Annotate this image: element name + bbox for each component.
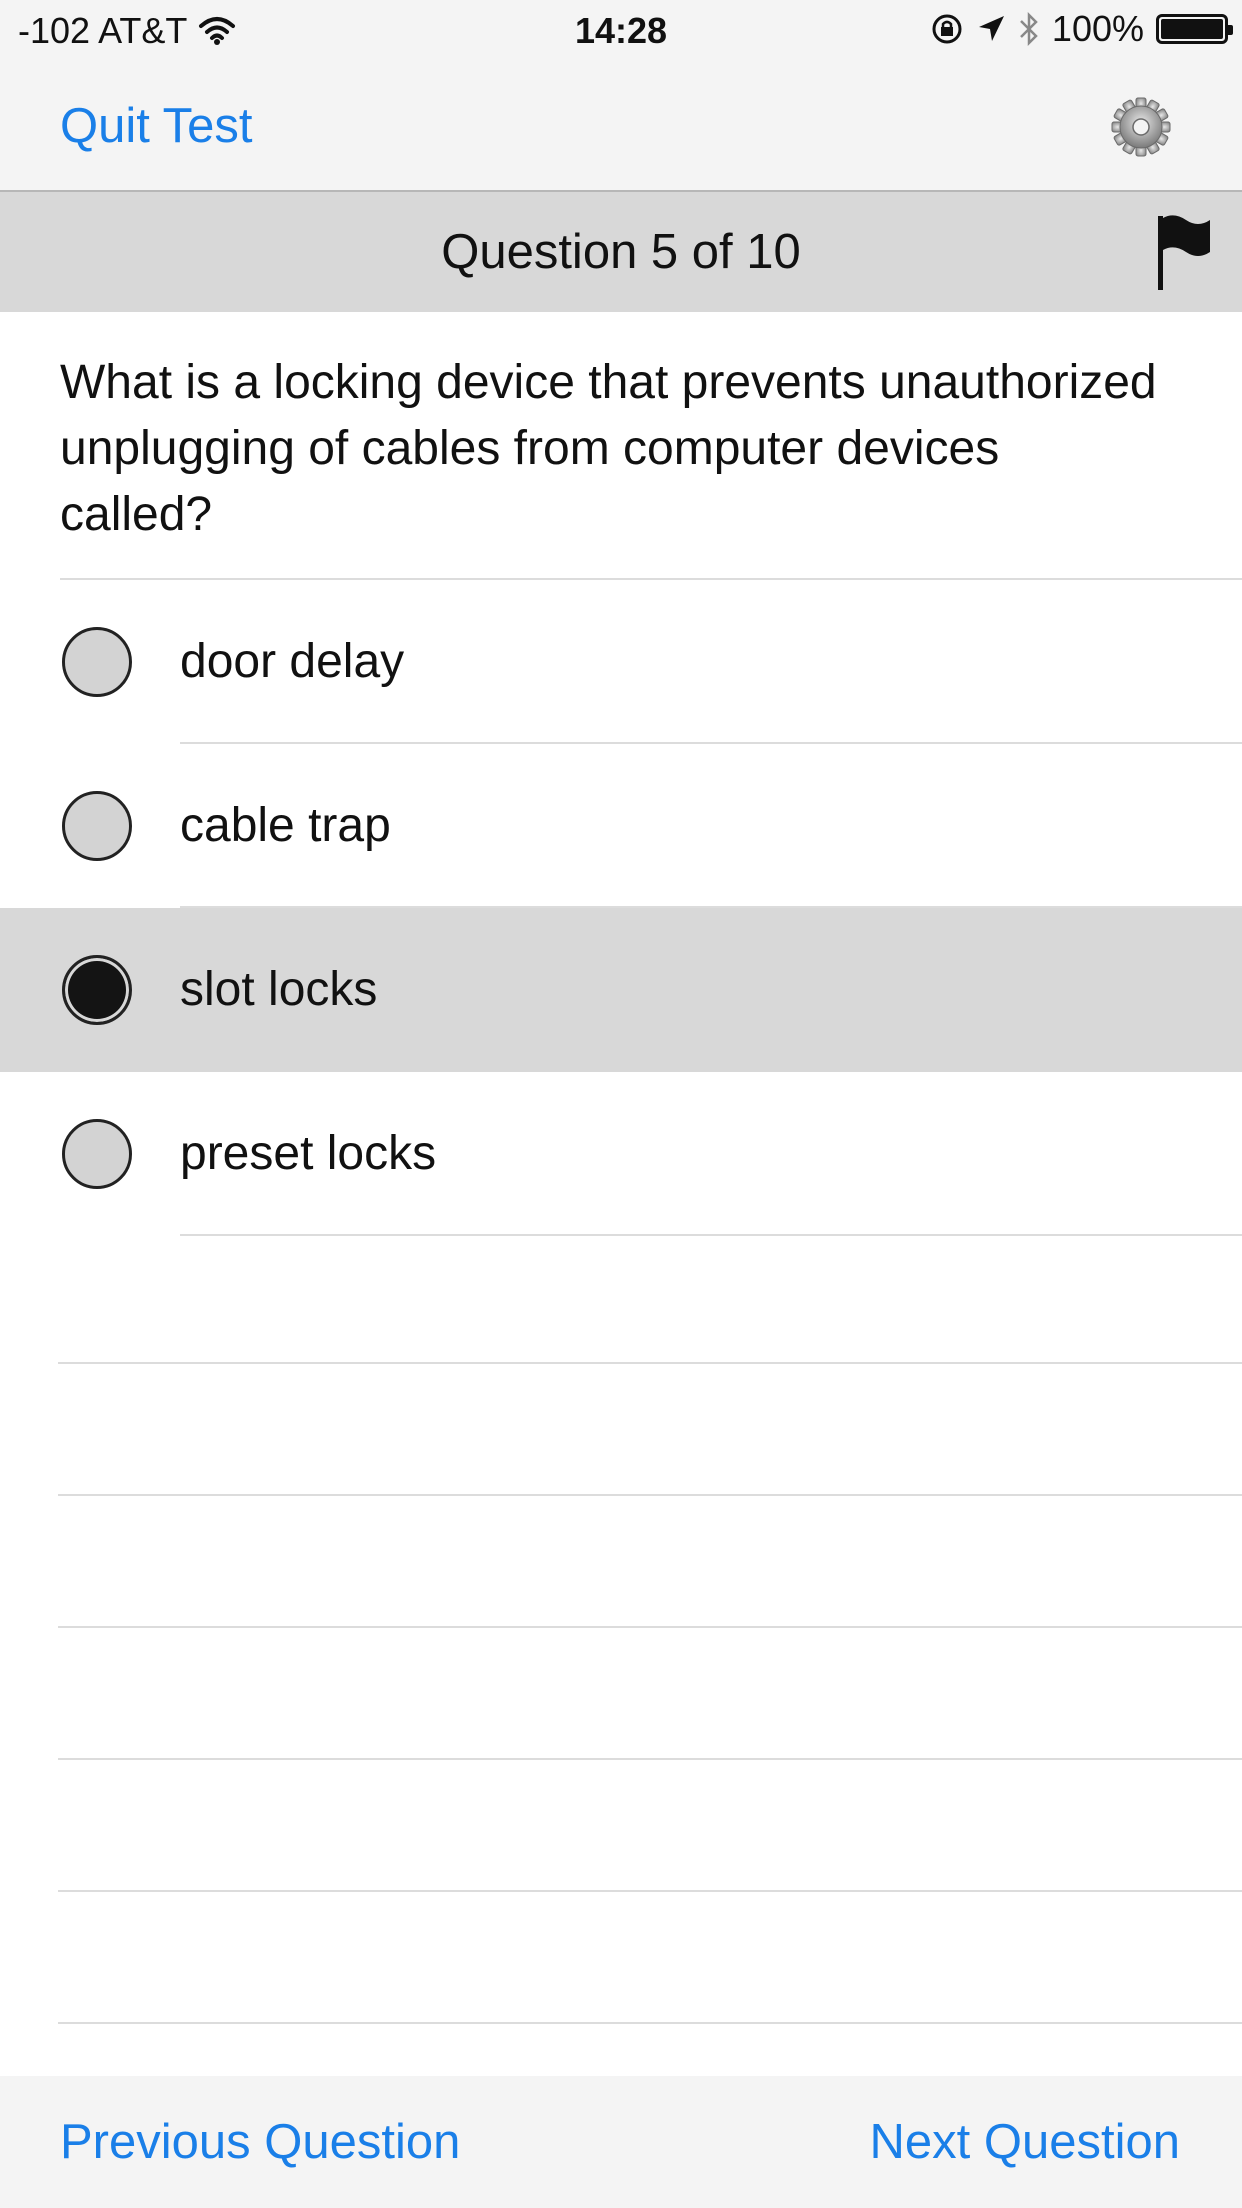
- empty-row-divider: [58, 1758, 1242, 1760]
- answer-list: door delay cable trap slot locks preset …: [0, 580, 1242, 1236]
- bluetooth-icon: [1020, 11, 1038, 47]
- answer-option[interactable]: cable trap: [0, 744, 1242, 908]
- question-header: Question 5 of 10: [0, 192, 1242, 312]
- empty-row-divider: [58, 1890, 1242, 1892]
- flag-icon[interactable]: [1154, 212, 1214, 292]
- radio-button[interactable]: [62, 627, 132, 697]
- empty-row-divider: [58, 1626, 1242, 1628]
- answer-option-selected[interactable]: slot locks: [0, 908, 1242, 1072]
- status-bar: -102 AT&T 14:28 100%: [0, 0, 1242, 62]
- battery-icon: [1156, 14, 1233, 44]
- rotation-lock-icon: [932, 14, 962, 44]
- radio-button[interactable]: [62, 791, 132, 861]
- location-icon: [978, 16, 1004, 41]
- empty-row-divider: [58, 1494, 1242, 1496]
- quit-test-button[interactable]: Quit Test: [60, 98, 252, 154]
- answer-label: cable trap: [180, 799, 391, 852]
- empty-row-divider: [58, 1362, 1242, 1364]
- divider: [180, 1234, 1242, 1236]
- battery-percent: 100%: [1051, 8, 1144, 49]
- bottom-toolbar: Previous Question Next Question: [0, 2076, 1242, 2208]
- next-question-button[interactable]: Next Question: [870, 2114, 1181, 2170]
- radio-button-selected[interactable]: [62, 955, 132, 1025]
- answer-label: door delay: [180, 635, 405, 688]
- answer-option[interactable]: door delay: [0, 580, 1242, 744]
- empty-row-divider: [58, 2022, 1242, 2024]
- previous-question-button[interactable]: Previous Question: [60, 2114, 460, 2170]
- gear-icon[interactable]: [1110, 96, 1172, 158]
- nav-bar: Quit Test: [0, 62, 1242, 192]
- answer-label: slot locks: [180, 963, 378, 1016]
- answer-label: preset locks: [180, 1127, 437, 1180]
- question-counter: Question 5 of 10: [441, 225, 801, 279]
- answer-option[interactable]: preset locks: [0, 1072, 1242, 1236]
- status-right-group: 100%: [930, 8, 1233, 50]
- question-text: What is a locking device that prevents u…: [60, 356, 1157, 541]
- radio-button[interactable]: [62, 1119, 132, 1189]
